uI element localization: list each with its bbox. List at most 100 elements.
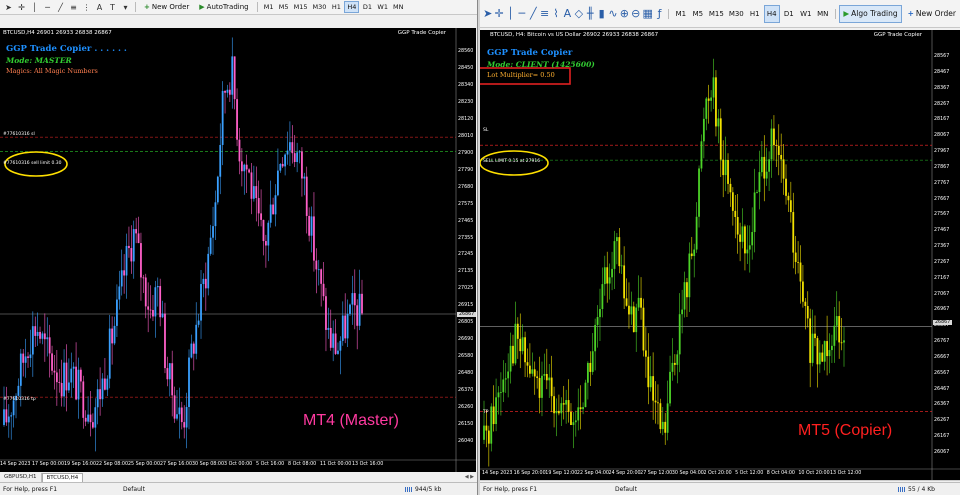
candle-body — [252, 186, 255, 199]
time-label: 30 Sep 08:00 — [192, 462, 225, 467]
price-label: 28120 — [458, 116, 474, 122]
grid-icon[interactable]: ▦ — [642, 6, 652, 22]
zoom-in-icon[interactable]: ⊕ — [620, 6, 629, 22]
timeframe-m30[interactable]: M30 — [727, 5, 746, 23]
candle-body — [212, 226, 214, 238]
candle-body — [12, 400, 15, 416]
candle-body — [589, 362, 592, 372]
candle-body — [843, 340, 845, 343]
shapes-icon[interactable]: ◇ — [574, 6, 583, 22]
sl-label: #77610316 sl — [3, 132, 35, 137]
zoom-out-icon[interactable]: ⊖ — [631, 6, 640, 22]
candle-body — [748, 245, 751, 250]
candle-body — [190, 343, 193, 358]
timeframe-d1[interactable]: D1 — [781, 5, 797, 23]
candle-body — [327, 327, 330, 330]
candle-body — [245, 164, 248, 170]
horizontal-line-icon[interactable]: ─ — [42, 2, 53, 13]
timeframe-h1[interactable]: H1 — [747, 5, 763, 23]
candle-body — [301, 151, 303, 179]
bar-chart-icon[interactable]: ╫ — [586, 6, 595, 22]
indicators-icon[interactable]: ƒ — [655, 6, 664, 22]
candle-body — [574, 420, 577, 423]
indicator-name: GGP Trade Copier — [873, 32, 922, 38]
time-label: 5 Oct 16:00 — [256, 462, 285, 467]
cursor-icon[interactable]: ➤ — [3, 2, 14, 13]
candle-body — [611, 268, 613, 278]
timeframe-mn[interactable]: MN — [391, 1, 405, 13]
candle-body — [555, 410, 558, 414]
time-label: 2 Oct 20:00 — [703, 471, 732, 476]
timeframe-d1[interactable]: D1 — [360, 1, 374, 13]
line-chart-icon[interactable]: ∿ — [608, 6, 617, 22]
status-help: For Help, press F1 — [3, 486, 58, 493]
candle-body — [722, 159, 725, 176]
price-label: 26267 — [934, 418, 950, 424]
timeframe-mn[interactable]: MN — [815, 5, 831, 23]
arrow-icon[interactable]: ▾ — [120, 2, 131, 13]
time-label: 11 Oct 00:00 — [320, 462, 352, 467]
price-label: 27900 — [458, 150, 474, 156]
candle-body — [334, 333, 337, 354]
cursor-icon[interactable]: ➤ — [483, 6, 492, 22]
fibonacci-icon[interactable]: ⋮ — [81, 2, 92, 13]
crosshair-icon[interactable]: ✛ — [494, 6, 503, 22]
candle-body — [41, 333, 44, 339]
channel-icon[interactable]: ≡ — [68, 2, 79, 13]
vertical-line-icon[interactable]: │ — [29, 2, 40, 13]
label-icon[interactable]: T — [107, 2, 118, 13]
candle-body — [690, 253, 693, 257]
candle-body — [492, 406, 495, 425]
mt4-chart[interactable]: BTCUSD,H4 26901 26933 26838 26867 GGP Tr… — [0, 28, 477, 472]
trendline-icon[interactable]: ╱ — [529, 6, 538, 22]
candle-body — [341, 315, 344, 341]
timeframe-m5[interactable]: M5 — [277, 1, 291, 13]
status-bar: For Help, press F1 Default 55 / 4 Kb — [480, 482, 960, 495]
vertical-line-icon[interactable]: │ — [506, 6, 515, 22]
timeframe-h4[interactable]: H4 — [344, 1, 360, 13]
tab-btcusd-h4[interactable]: BTCUSD,H4 — [41, 472, 84, 482]
timeframe-h4[interactable]: H4 — [763, 4, 780, 23]
candle-body — [531, 369, 534, 374]
fibonacci-icon[interactable]: ⌇ — [551, 6, 560, 22]
time-label: 25 Sep 00:00 — [128, 462, 161, 467]
auto-trading-button[interactable]: ▶ AutoTrading — [195, 1, 252, 13]
timeframe-m15[interactable]: M15 — [707, 5, 726, 23]
candle-body — [344, 315, 347, 339]
trendline-icon[interactable]: ╱ — [55, 2, 66, 13]
candle-body — [250, 172, 253, 199]
candle-body — [642, 307, 645, 351]
crosshair-icon[interactable]: ✛ — [16, 2, 27, 13]
candle-body — [132, 229, 135, 262]
timeframe-m1[interactable]: M1 — [673, 5, 689, 23]
candle-body — [702, 118, 705, 142]
candle-body — [775, 145, 778, 146]
timeframe-m30[interactable]: M30 — [310, 1, 328, 13]
current-price-label: 26867 — [457, 312, 477, 317]
candle-body — [557, 410, 560, 414]
tab-scroll-arrows[interactable]: ◀ ▶ — [462, 474, 477, 480]
candle-body — [485, 425, 488, 431]
timeframe-h1[interactable]: H1 — [329, 1, 343, 13]
timeframe-m5[interactable]: M5 — [690, 5, 706, 23]
mt5-chart[interactable]: BTCUSD, H4: Bitcoin vs US Dollar 26902 2… — [480, 30, 960, 480]
timeframe-m1[interactable]: M1 — [262, 1, 276, 13]
timeframe-m15[interactable]: M15 — [292, 1, 310, 13]
tab-gbpusd-h1[interactable]: GBPUSD,H1 — [0, 472, 42, 482]
text-icon[interactable]: A — [94, 2, 105, 13]
horizontal-line-icon[interactable]: ─ — [517, 6, 526, 22]
candle-body — [55, 372, 58, 383]
candle-chart-icon[interactable]: ▮ — [597, 6, 606, 22]
timeframe-w1[interactable]: W1 — [798, 5, 814, 23]
timeframe-w1[interactable]: W1 — [375, 1, 390, 13]
candle-body — [707, 98, 710, 101]
channel-icon[interactable]: ≡ — [540, 6, 549, 22]
algo-trading-button[interactable]: ▶ Algo Trading — [839, 4, 902, 23]
candle-body — [264, 241, 267, 246]
new-order-button[interactable]: + New Order — [140, 1, 193, 13]
status-traffic: 944/5 kb — [405, 486, 441, 493]
text-icon[interactable]: A — [563, 6, 572, 22]
candle-body — [137, 233, 140, 244]
new-order-button[interactable]: + New Order — [904, 5, 960, 23]
candle-body — [731, 192, 734, 211]
